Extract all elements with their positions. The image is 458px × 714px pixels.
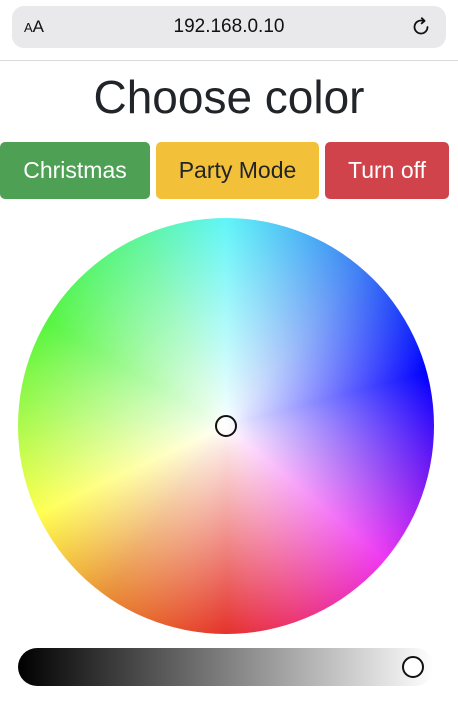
party-mode-button[interactable]: Party Mode	[156, 142, 319, 199]
url-field[interactable]: AA 192.168.0.10	[12, 6, 446, 48]
reload-icon[interactable]	[410, 16, 432, 38]
turn-off-button[interactable]: Turn off	[325, 142, 449, 199]
color-wheel-handle[interactable]	[215, 415, 237, 437]
url-text: 192.168.0.10	[173, 16, 285, 37]
christmas-button[interactable]: Christmas	[0, 142, 150, 199]
browser-address-bar: AA 192.168.0.10	[0, 0, 458, 61]
brightness-slider-handle[interactable]	[402, 656, 424, 678]
page-title: Choose color	[93, 71, 365, 123]
brightness-slider[interactable]	[18, 648, 434, 686]
